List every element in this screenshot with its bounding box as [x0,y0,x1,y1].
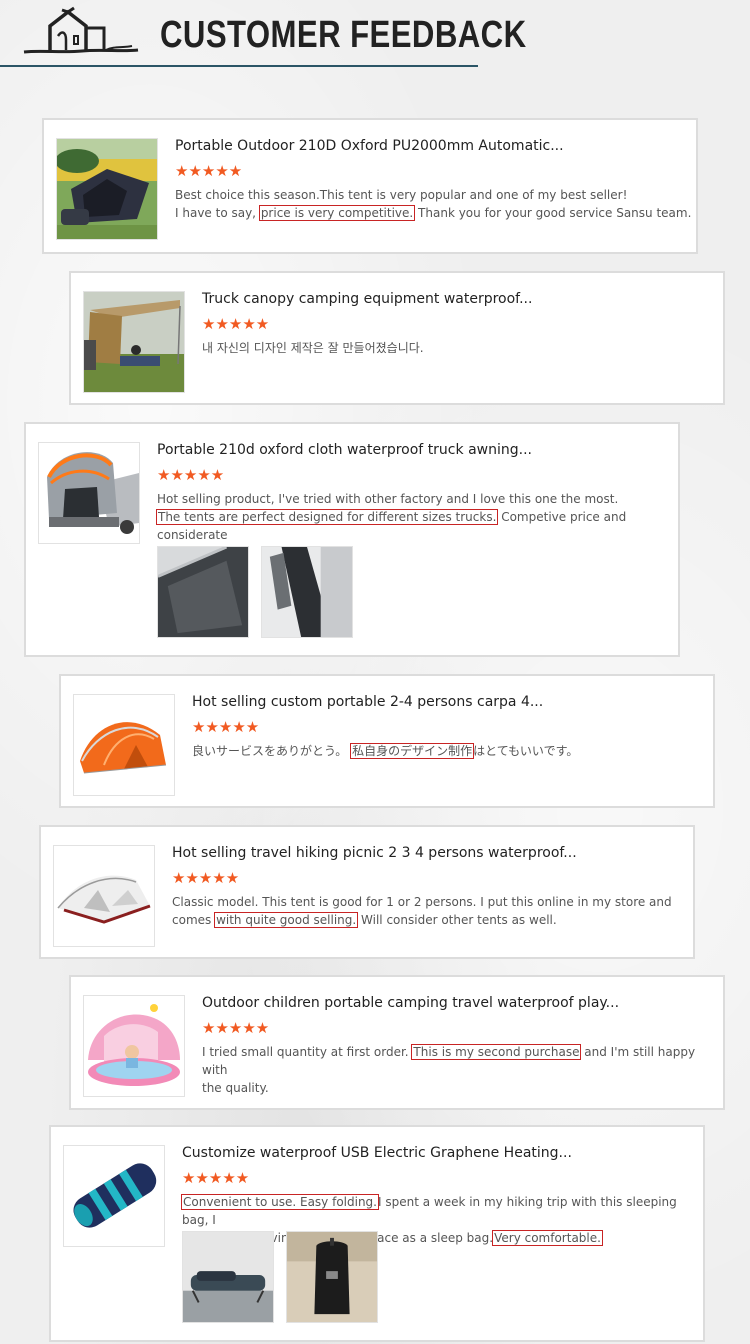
star-rating: ★★★★★ [202,315,270,333]
product-title[interactable]: Hot selling custom portable 2-4 persons … [192,694,543,710]
review-line: I have to say, price is very competitive… [175,204,691,222]
review-phrase: Will consider other tents as well. [357,913,557,927]
review-photo[interactable] [286,1231,378,1323]
highlighted-phrase: The tents are perfect designed for diffe… [155,509,499,525]
review-photo[interactable] [182,1231,274,1323]
review-card: Portable 210d oxford cloth waterproof tr… [24,422,680,657]
house-logo-icon [23,6,139,54]
header-divider [0,65,478,67]
review-line: the quality. [202,1079,723,1097]
review-card: Portable Outdoor 210D Oxford PU2000mm Au… [42,118,698,254]
highlighted-phrase: 私自身のデザイン制作 [350,743,475,759]
packed-sleeping-bag-photo [287,1232,377,1322]
product-thumbnail[interactable] [73,694,175,796]
review-line: Convenient to use. Easy folding.I spent … [181,1193,703,1229]
review-line: Best choice this season.This tent is ver… [175,186,691,204]
review-card: Hot selling travel hiking picnic 2 3 4 p… [39,825,695,959]
review-phrase: Best choice this season.This tent is ver… [175,188,628,202]
product-title[interactable]: Truck canopy camping equipment waterproo… [202,291,532,307]
highlighted-phrase: with quite good selling. [214,912,359,928]
review-card: Truck canopy camping equipment waterproo… [69,271,725,405]
product-title[interactable]: Customize waterproof USB Electric Graphe… [182,1145,572,1161]
product-title[interactable]: Portable Outdoor 210D Oxford PU2000mm Au… [175,138,564,154]
review-line: 良いサービスをありがとう。 私自身のデザイン制作はとてもいいです。 [192,742,578,760]
white-hiking-tent-photo [54,846,154,946]
review-text: I tried small quantity at first order. T… [202,1043,723,1097]
review-line: Hot selling product, I've tried with oth… [157,490,678,508]
highlighted-phrase: Very comfortable. [492,1230,603,1246]
review-photos [182,1231,378,1323]
highlighted-phrase: Convenient to use. Easy folding. [181,1194,379,1210]
star-rating: ★★★★★ [172,869,240,887]
product-title[interactable]: Hot selling travel hiking picnic 2 3 4 p… [172,845,577,861]
star-rating: ★★★★★ [202,1019,270,1037]
product-title[interactable]: Outdoor children portable camping travel… [202,995,619,1011]
product-thumbnail[interactable] [56,138,158,240]
review-line: Classic model. This tent is good for 1 o… [172,893,672,911]
review-line: 내 자신의 디자인 제작은 잘 만들어졌습니다. [202,339,424,357]
review-photos [157,546,353,638]
highlighted-phrase: This is my second purchase [411,1044,582,1060]
review-card: Hot selling custom portable 2-4 persons … [59,674,715,808]
star-rating: ★★★★★ [175,162,243,180]
product-thumbnail[interactable] [53,845,155,947]
page-header: CUSTOMER FEEDBACK [0,0,750,68]
truck-bed-tent-photo [39,443,139,543]
product-thumbnail[interactable] [63,1145,165,1247]
product-title[interactable]: Portable 210d oxford cloth waterproof tr… [157,442,532,458]
pink-baby-pool-tent-photo [84,996,184,1096]
product-thumbnail[interactable] [83,995,185,1097]
review-phrase: comes [172,913,216,927]
page-title: CUSTOMER FEEDBACK [160,14,527,56]
review-card: Outdoor children portable camping travel… [69,975,725,1110]
review-card: Customize waterproof USB Electric Graphe… [49,1125,705,1342]
tent-fabric-photo [158,547,248,637]
review-line: comes with quite good selling. Will cons… [172,911,672,929]
review-text: Best choice this season.This tent is ver… [175,186,691,222]
review-phrase: the quality. [202,1081,269,1095]
review-text: Classic model. This tent is good for 1 o… [172,893,672,929]
sleeping-bag-on-cot-photo [183,1232,273,1322]
orange-dome-tent-photo [74,695,174,795]
product-thumbnail[interactable] [83,291,185,393]
review-line: I tried small quantity at first order. T… [202,1043,723,1079]
review-phrase: Hot selling product, I've tried with oth… [157,492,619,506]
star-rating: ★★★★★ [192,718,260,736]
highlighted-phrase: price is very competitive. [258,205,416,221]
star-rating: ★★★★★ [182,1169,250,1187]
star-rating: ★★★★★ [157,466,225,484]
review-phrase: Thank you for your good service Sansu te… [414,206,692,220]
review-phrase: 내 자신의 디자인 제작은 잘 만들어졌습니다. [202,341,424,355]
review-phrase: I tried small quantity at first order. [202,1045,413,1059]
review-phrase: 良いサービスをありがとう。 [192,744,352,758]
review-phrase: はとてもいいです。 [473,744,579,758]
sleeping-bag-photo [64,1146,164,1246]
product-thumbnail[interactable] [38,442,140,544]
review-line: The tents are perfect designed for diffe… [155,508,678,544]
review-phrase: Classic model. This tent is good for 1 o… [172,895,672,909]
review-photo[interactable] [157,546,249,638]
truck-canopy-photo [84,292,184,392]
car-camping-tent-photo [57,139,157,239]
review-text: 良いサービスをありがとう。 私自身のデザイン制作はとてもいいです。 [192,742,578,760]
tent-pole-bag-photo [262,547,352,637]
review-phrase: I have to say, [175,206,260,220]
review-text: 내 자신의 디자인 제작은 잘 만들어졌습니다. [202,339,424,357]
review-photo[interactable] [261,546,353,638]
